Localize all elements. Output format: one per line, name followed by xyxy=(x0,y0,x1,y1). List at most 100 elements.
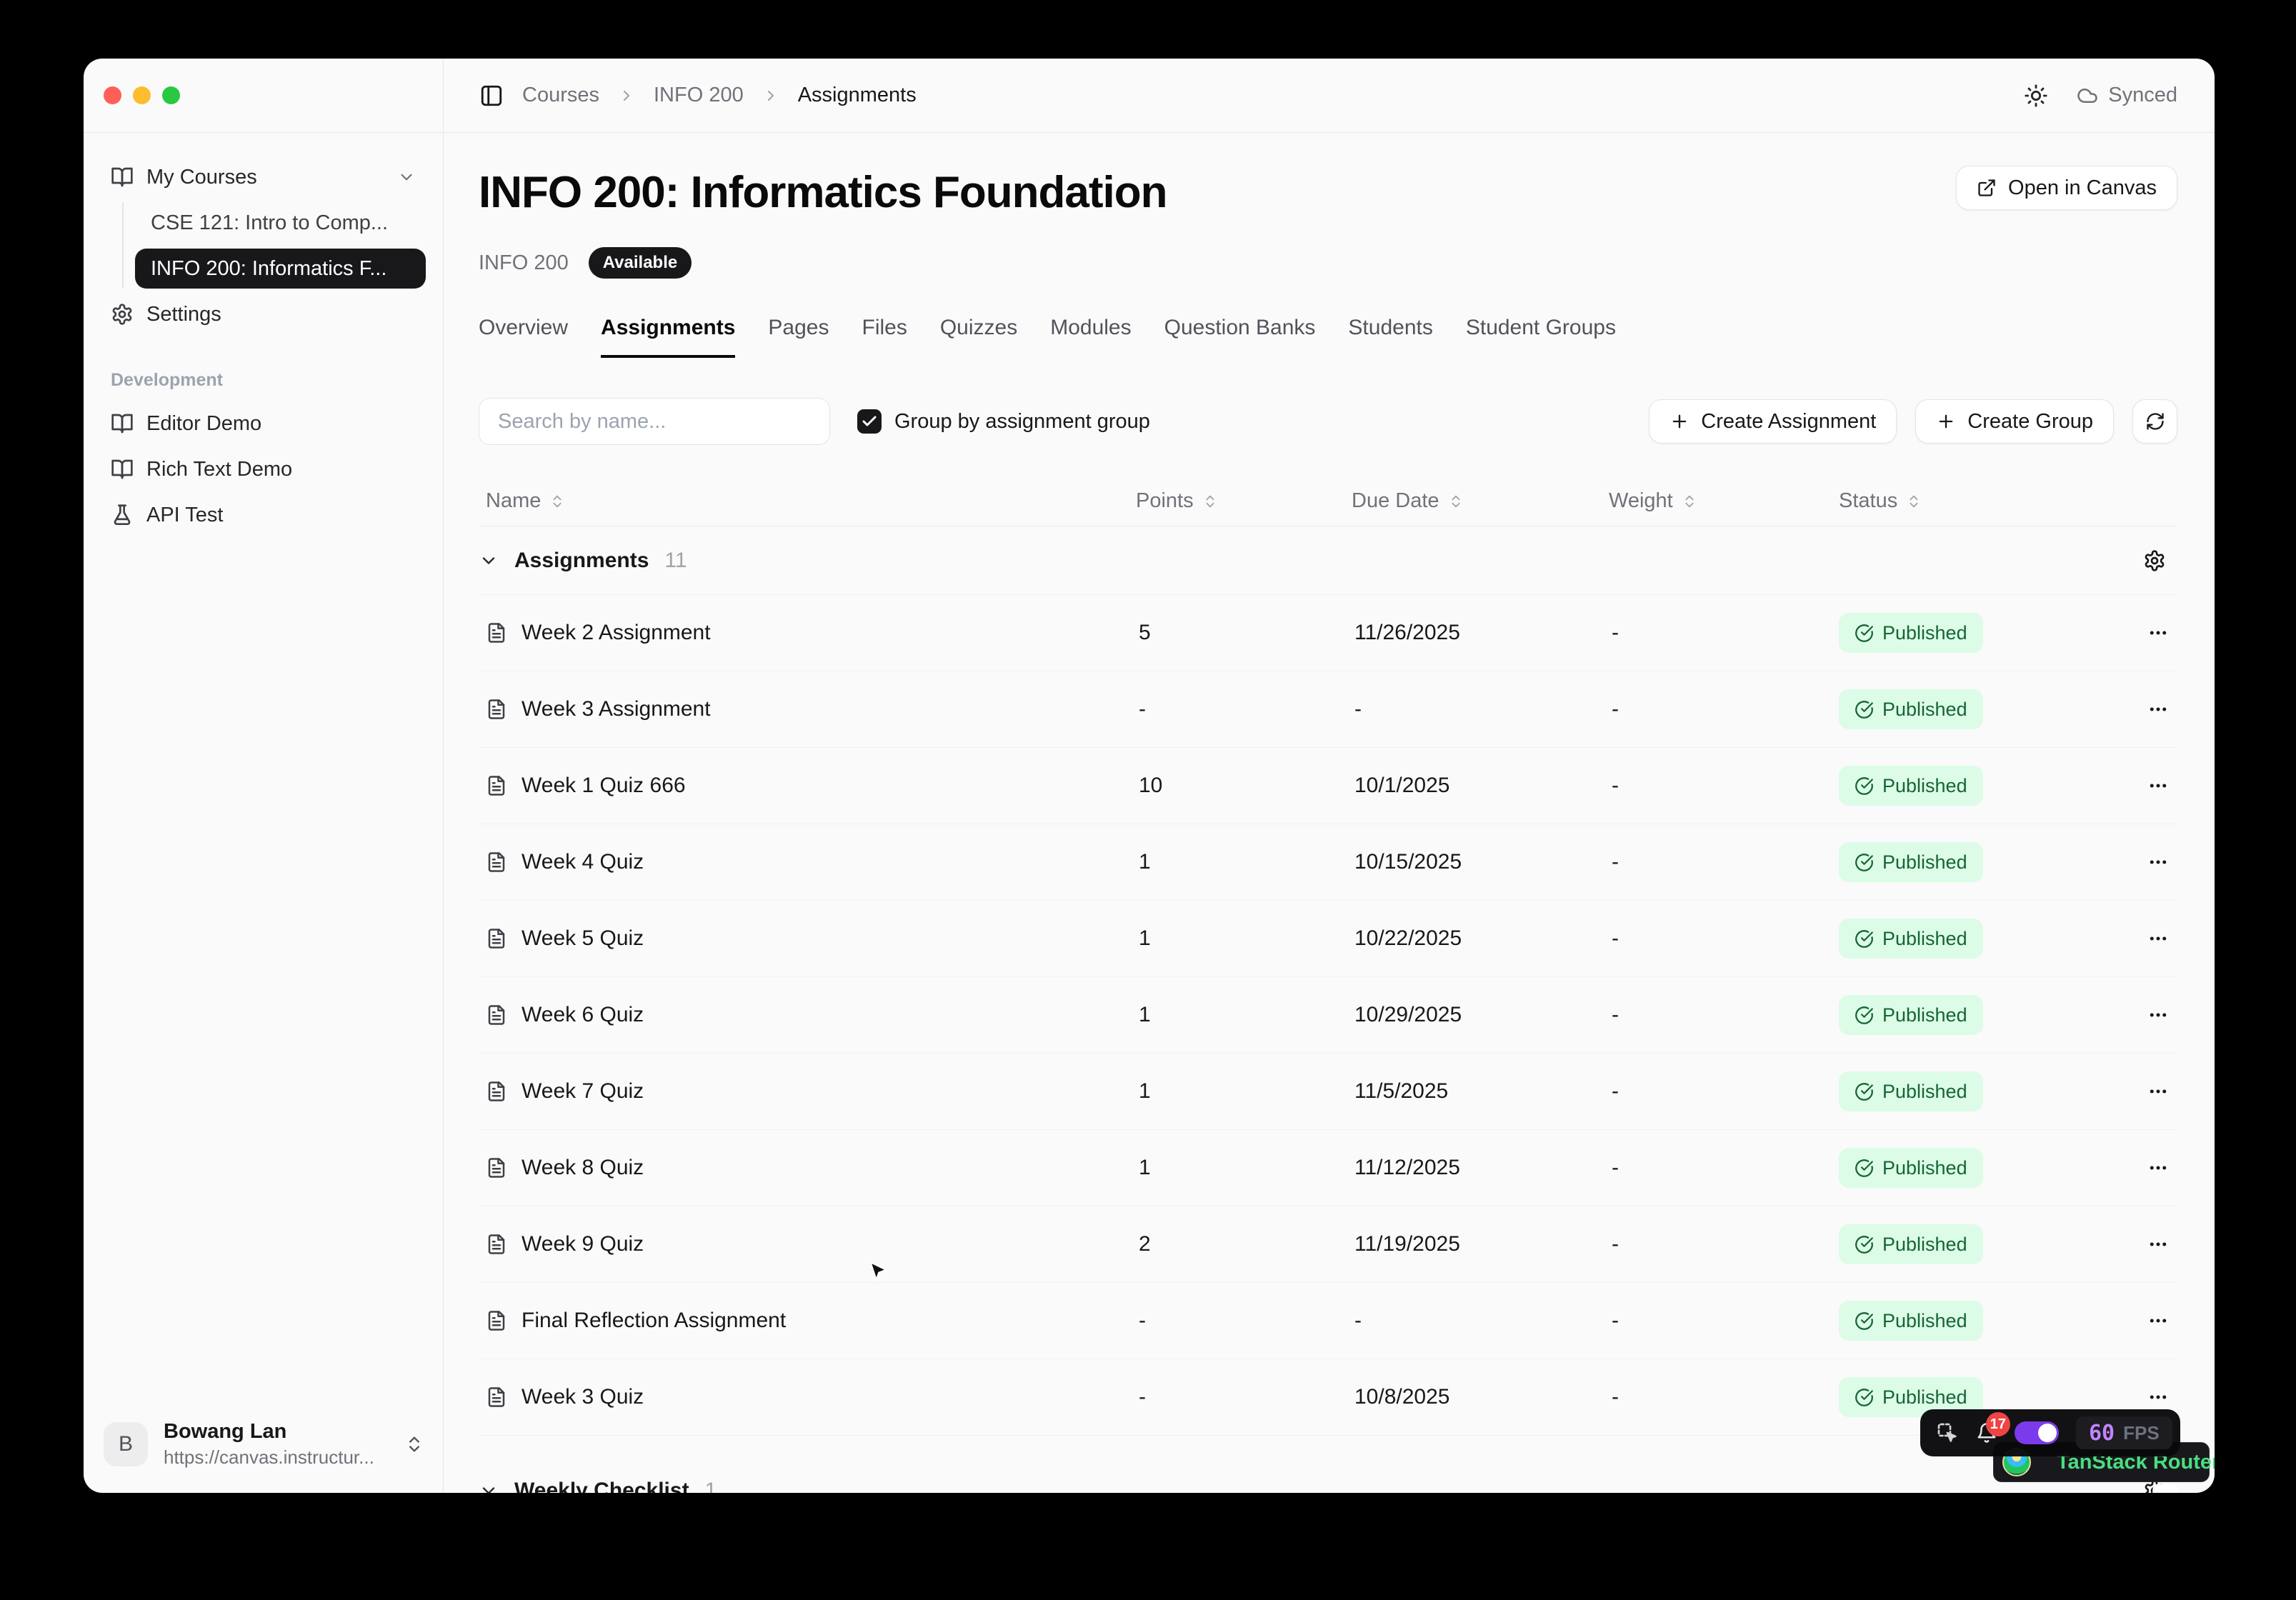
file-text-icon xyxy=(486,1157,507,1179)
assignment-row[interactable]: Week 3 Assignment - - - Published xyxy=(479,671,2177,748)
row-menu-button[interactable] xyxy=(2147,1081,2169,1102)
row-menu-button[interactable] xyxy=(2147,1234,2169,1255)
assignment-row[interactable]: Final Reflection Assignment - - - Publis… xyxy=(479,1283,2177,1359)
theme-toggle-button[interactable] xyxy=(2024,84,2048,108)
check-circle-icon xyxy=(1855,853,1874,872)
row-menu-button[interactable] xyxy=(2147,1386,2169,1408)
status-badge: Published xyxy=(1839,1071,1983,1111)
group-settings-button[interactable] xyxy=(2143,549,2166,572)
assignment-points: - xyxy=(1136,697,1352,721)
assignment-row[interactable]: Week 2 Assignment 5 11/26/2025 - Publish… xyxy=(479,595,2177,671)
tab[interactable]: Overview xyxy=(479,316,568,358)
devtools-toolbar: 17 60 FPS xyxy=(1920,1409,2180,1456)
user-menu[interactable]: B Bowang Lan https://canvas.instructur..… xyxy=(84,1404,443,1493)
user-name: Bowang Lan xyxy=(164,1420,374,1444)
sidebar-item-editor-demo[interactable]: Editor Demo xyxy=(101,401,426,446)
row-menu-button[interactable] xyxy=(2147,699,2169,720)
group-name: Assignments xyxy=(514,549,649,573)
search-input[interactable] xyxy=(479,398,830,445)
assignment-weight: - xyxy=(1609,1156,1839,1180)
refresh-icon xyxy=(2145,411,2165,431)
row-menu-button[interactable] xyxy=(2147,775,2169,796)
breadcrumb-item-courses[interactable]: Courses xyxy=(522,84,599,107)
zoom-window-button[interactable] xyxy=(162,86,180,104)
column-header-label: Status xyxy=(1839,489,1897,513)
assignment-points: 1 xyxy=(1136,1079,1352,1104)
assignment-name: Week 6 Quiz xyxy=(521,1003,644,1027)
inspect-element-button[interactable] xyxy=(1936,1421,1959,1444)
assignment-row[interactable]: Week 9 Quiz 2 11/19/2025 - Published xyxy=(479,1206,2177,1283)
sidebar-course-item[interactable]: CSE 121: Intro to Comp... xyxy=(135,203,426,243)
user-meta: Bowang Lan https://canvas.instructur... xyxy=(164,1420,374,1469)
refresh-button[interactable] xyxy=(2132,399,2177,444)
sort-icon xyxy=(1448,494,1464,509)
sidebar-item-my-courses[interactable]: My Courses xyxy=(101,154,426,200)
sidebar-course-item[interactable]: INFO 200: Informatics F... xyxy=(135,249,426,289)
sidebar-item-settings[interactable]: Settings xyxy=(101,291,426,337)
column-header[interactable]: Status xyxy=(1839,489,2139,513)
file-text-icon xyxy=(486,699,507,720)
chevron-down-icon[interactable] xyxy=(479,551,499,571)
user-url: https://canvas.instructur... xyxy=(164,1446,374,1469)
assignment-name: Week 7 Quiz xyxy=(521,1079,644,1104)
assignment-points: 5 xyxy=(1136,621,1352,645)
tab[interactable]: Pages xyxy=(768,316,829,358)
devtools-toggle-switch[interactable] xyxy=(2015,1421,2059,1444)
row-menu-button[interactable] xyxy=(2147,622,2169,644)
assignment-row[interactable]: Week 7 Quiz 1 11/5/2025 - Published xyxy=(479,1054,2177,1130)
column-header[interactable]: Weight xyxy=(1609,489,1839,513)
tab[interactable]: Student Groups xyxy=(1466,316,1616,358)
assignment-name: Week 3 Assignment xyxy=(521,697,711,721)
assignment-actions-cell xyxy=(2139,1081,2177,1102)
tab[interactable]: Assignments xyxy=(601,316,735,358)
sync-status: Synced xyxy=(2077,84,2177,107)
column-header[interactable]: Points xyxy=(1136,489,1352,513)
status-badge-label: Published xyxy=(1882,1310,1967,1332)
tab[interactable]: Question Banks xyxy=(1164,316,1316,358)
assignment-actions-cell xyxy=(2139,1386,2177,1408)
devtools-open-handle[interactable] xyxy=(2152,1484,2179,1493)
close-window-button[interactable] xyxy=(104,86,121,104)
breadcrumb-item-course[interactable]: INFO 200 xyxy=(654,84,744,107)
row-menu-button[interactable] xyxy=(2147,851,2169,873)
group-by-label[interactable]: Group by assignment group xyxy=(894,410,1150,434)
create-assignment-button[interactable]: Create Assignment xyxy=(1649,399,1897,444)
row-menu-button[interactable] xyxy=(2147,1157,2169,1179)
row-menu-button[interactable] xyxy=(2147,1004,2169,1026)
status-badge: Published xyxy=(1839,919,1983,959)
group-by-checkbox[interactable] xyxy=(857,409,882,434)
assignment-row[interactable]: Week 5 Quiz 1 10/22/2025 - Published xyxy=(479,901,2177,977)
chevron-down-icon[interactable] xyxy=(479,1481,499,1493)
tab[interactable]: Files xyxy=(862,316,907,358)
row-menu-button[interactable] xyxy=(2147,928,2169,949)
create-group-button[interactable]: Create Group xyxy=(1915,399,2114,444)
sidebar-toggle-button[interactable] xyxy=(479,84,504,108)
assignment-due-date: - xyxy=(1352,697,1609,721)
column-header-label: Name xyxy=(486,489,541,513)
column-header[interactable]: Due Date xyxy=(1352,489,1609,513)
column-header[interactable]: Name xyxy=(479,489,1136,513)
assignment-status-cell: Published xyxy=(1839,613,2139,653)
tab[interactable]: Students xyxy=(1348,316,1432,358)
notifications-button[interactable]: 17 xyxy=(1976,1422,1997,1444)
assignment-name-cell: Week 5 Quiz xyxy=(479,926,1136,951)
sidebar-item-rich-text-demo[interactable]: Rich Text Demo xyxy=(101,446,426,492)
row-menu-button[interactable] xyxy=(2147,1310,2169,1331)
group-name: Weekly Checklist xyxy=(514,1479,689,1493)
tab[interactable]: Quizzes xyxy=(940,316,1017,358)
toolbar-actions: Create Assignment Create Group xyxy=(1649,399,2177,444)
minimize-window-button[interactable] xyxy=(133,86,151,104)
status-badge: Published xyxy=(1839,689,1983,729)
assignment-row[interactable]: Week 4 Quiz 1 10/15/2025 - Published xyxy=(479,824,2177,901)
sidebar-item-api-test[interactable]: API Test xyxy=(101,492,426,538)
check-circle-icon xyxy=(1855,700,1874,719)
file-text-icon xyxy=(486,928,507,949)
assignment-row[interactable]: Week 6 Quiz 1 10/29/2025 - Published xyxy=(479,977,2177,1054)
assignment-row[interactable]: Week 8 Quiz 1 11/12/2025 - Published xyxy=(479,1130,2177,1206)
assignment-row[interactable]: Week 1 Quiz 666 10 10/1/2025 - Published xyxy=(479,748,2177,824)
open-in-canvas-button[interactable]: Open in Canvas xyxy=(1956,166,2177,210)
tab[interactable]: Modules xyxy=(1050,316,1131,358)
status-badge-label: Published xyxy=(1882,1004,1967,1026)
status-badge-label: Published xyxy=(1882,1386,1967,1409)
desktop: { "sidebar": { "my_courses_label": "My C… xyxy=(0,0,2296,1600)
